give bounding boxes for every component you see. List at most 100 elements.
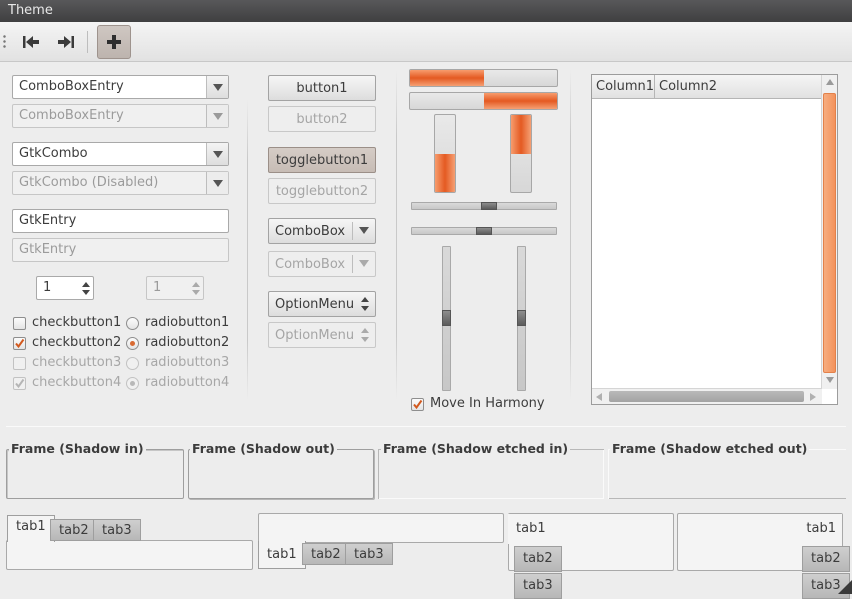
spin-down-icon[interactable] bbox=[82, 289, 90, 295]
tree-view[interactable]: Column1 Column2 bbox=[591, 74, 838, 405]
radiobutton1-label[interactable]: radiobutton1 bbox=[145, 313, 229, 333]
combobox-1-label[interactable]: ComboBox bbox=[275, 224, 345, 239]
notebook-top-tab-3[interactable]: tab3 bbox=[93, 519, 141, 541]
radiobutton2-label[interactable]: radiobutton2 bbox=[145, 333, 229, 353]
vertical-scrollbar-thumb[interactable] bbox=[823, 93, 836, 373]
checkbutton2-label[interactable]: checkbutton2 bbox=[32, 333, 121, 353]
toolbar-grip[interactable] bbox=[3, 34, 6, 50]
notebook-bottom-tab-2[interactable]: tab2 bbox=[302, 543, 350, 565]
checkbutton4-label: checkbutton4 bbox=[32, 375, 122, 390]
move-in-harmony-label[interactable]: Move In Harmony bbox=[430, 394, 545, 414]
gtkentry-1[interactable]: GtkEntry bbox=[12, 209, 229, 233]
togglebutton1[interactable]: togglebutton1 bbox=[268, 147, 376, 173]
scroll-left-icon[interactable] bbox=[596, 393, 602, 401]
toolbar-separator bbox=[87, 31, 88, 53]
checkmark-icon bbox=[15, 378, 25, 388]
notebook-right-tab-1[interactable]: tab1 bbox=[798, 514, 842, 544]
vscale-1-slider[interactable] bbox=[442, 310, 451, 326]
checkbutton2-box[interactable] bbox=[13, 336, 26, 350]
gtkentry-2: GtkEntry bbox=[12, 238, 229, 262]
resize-grip-icon[interactable] bbox=[838, 580, 852, 594]
comboboxentry-2: ComboBoxEntry bbox=[12, 104, 229, 128]
checkbutton1-box[interactable] bbox=[13, 316, 26, 330]
hscale-2[interactable] bbox=[411, 227, 557, 235]
togglebutton2: togglebutton2 bbox=[268, 178, 376, 204]
vscale-1[interactable] bbox=[442, 246, 451, 391]
notebook-bottom-page bbox=[258, 513, 504, 543]
tree-header: Column1 Column2 bbox=[592, 75, 822, 99]
spinbutton-2: 1 bbox=[146, 276, 204, 300]
horizontal-scrollbar[interactable] bbox=[592, 388, 822, 404]
scroll-up-icon[interactable] bbox=[826, 79, 834, 85]
move-in-harmony-check[interactable]: Move In Harmony bbox=[411, 394, 545, 414]
notebook-bottom-tab-3[interactable]: tab3 bbox=[345, 543, 393, 565]
radiobutton4-label: radiobutton4 bbox=[145, 375, 230, 390]
combobox-2-label: ComboBox bbox=[275, 256, 346, 272]
progress-bar-h2 bbox=[409, 92, 558, 110]
chevron-down-icon[interactable] bbox=[206, 143, 228, 165]
gtkcombo-1[interactable]: GtkCombo bbox=[12, 142, 229, 166]
notebook-top-page bbox=[6, 540, 253, 570]
vscale-2[interactable] bbox=[517, 246, 526, 391]
button1[interactable]: button1 bbox=[268, 75, 376, 101]
spin-down-icon bbox=[192, 289, 200, 295]
comboboxentry-1-text[interactable]: ComboBoxEntry bbox=[13, 76, 206, 98]
notebook-left-tab-3[interactable]: tab3 bbox=[514, 573, 562, 599]
notebook-top-tab-1[interactable]: tab1 bbox=[7, 515, 55, 542]
button2: button2 bbox=[268, 106, 376, 132]
column-header-2[interactable]: Column2 bbox=[655, 75, 822, 98]
column-separator bbox=[247, 100, 248, 400]
comboboxentry-1[interactable]: ComboBoxEntry bbox=[12, 75, 229, 99]
notebook-right-tab-2[interactable]: tab2 bbox=[802, 546, 850, 572]
optionmenu-1-label[interactable]: OptionMenu bbox=[275, 297, 354, 312]
move-in-harmony-box[interactable] bbox=[411, 397, 424, 411]
add-icon bbox=[107, 35, 121, 49]
updown-arrows-icon bbox=[361, 297, 369, 311]
radiobutton3-label: radiobutton3 bbox=[145, 355, 230, 370]
radiobutton2-circle[interactable] bbox=[126, 336, 139, 350]
hscale-2-slider[interactable] bbox=[476, 227, 492, 235]
notebook-top-tab-2[interactable]: tab2 bbox=[50, 519, 98, 541]
vertical-scrollbar[interactable] bbox=[821, 75, 837, 389]
notebook-left-tab-1[interactable]: tab1 bbox=[508, 514, 556, 544]
optionmenu-1[interactable]: OptionMenu bbox=[268, 291, 376, 317]
checkbutton1-label[interactable]: checkbutton1 bbox=[32, 313, 121, 333]
column-separator bbox=[570, 70, 571, 400]
hscale-1[interactable] bbox=[411, 202, 557, 210]
frame-shadow-out-label: Frame (Shadow out) bbox=[190, 441, 337, 457]
check-radio-row-1: checkbutton1 radiobutton1 bbox=[13, 313, 243, 333]
column-header-1[interactable]: Column1 bbox=[592, 75, 655, 98]
go-last-button[interactable] bbox=[53, 29, 79, 55]
radiobutton3-circle bbox=[126, 356, 139, 370]
combobox-1[interactable]: ComboBox bbox=[268, 218, 376, 244]
window-title: Theme bbox=[8, 3, 53, 18]
chevron-down-icon[interactable] bbox=[206, 76, 228, 98]
gtkcombo-2: GtkCombo (Disabled) bbox=[12, 171, 229, 195]
checkbutton3-box bbox=[13, 356, 26, 370]
chevron-down-icon bbox=[206, 172, 228, 194]
spin-up-icon[interactable] bbox=[82, 281, 90, 287]
vscale-2-slider[interactable] bbox=[517, 310, 526, 326]
chevron-down-icon bbox=[206, 105, 228, 127]
chevron-down-icon[interactable] bbox=[359, 227, 369, 234]
go-first-button[interactable] bbox=[18, 29, 44, 55]
scroll-right-icon[interactable] bbox=[810, 393, 816, 401]
spinbutton-1-value[interactable]: 1 bbox=[37, 277, 79, 299]
frame-shadow-etched-out-label: Frame (Shadow etched out) bbox=[610, 441, 810, 457]
column-separator bbox=[396, 70, 397, 400]
gtkcombo-1-text[interactable]: GtkCombo bbox=[13, 143, 206, 165]
optionmenu-2-label: OptionMenu bbox=[275, 327, 355, 343]
radiobutton1-circle[interactable] bbox=[126, 316, 139, 330]
notebook-left-tab-2[interactable]: tab2 bbox=[514, 546, 562, 572]
hscale-1-slider[interactable] bbox=[481, 202, 497, 210]
add-button[interactable] bbox=[97, 25, 131, 59]
check-radio-row-4: checkbutton4 radiobutton4 bbox=[13, 373, 243, 393]
notebook-bottom-tab-1[interactable]: tab1 bbox=[258, 541, 306, 569]
spinbutton-1[interactable]: 1 bbox=[36, 276, 94, 300]
optionmenu-2: OptionMenu bbox=[268, 322, 376, 348]
check-radio-row-3: checkbutton3 radiobutton3 bbox=[13, 353, 243, 373]
check-radio-group: checkbutton1 radiobutton1 checkbutton2 r… bbox=[13, 313, 243, 393]
horizontal-scrollbar-thumb[interactable] bbox=[609, 391, 804, 402]
scroll-down-icon[interactable] bbox=[826, 377, 834, 383]
spinbutton-2-value: 1 bbox=[153, 280, 162, 295]
